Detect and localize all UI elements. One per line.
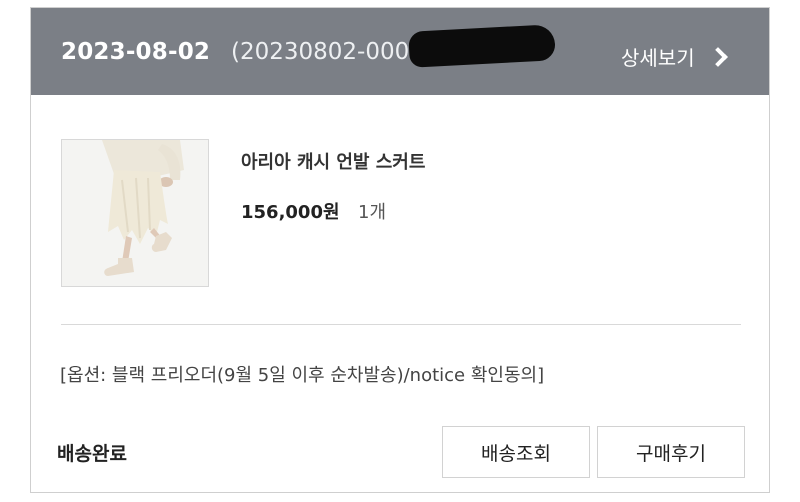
tracking-button[interactable]: 배송조회 [442,426,590,478]
delivery-status: 배송완료 [57,443,127,465]
skirt-photo-icon [62,140,208,286]
order-date: 2023-08-02 [61,39,211,65]
detail-label: 상세보기 [621,46,695,70]
product-name[interactable]: 아리아 캐시 언발 스커트 [241,148,425,174]
product-price: 156,000원 [241,202,340,223]
chevron-right-icon [707,46,728,67]
detail-link[interactable]: 상세보기 [621,42,728,71]
product-option: [옵션: 블랙 프리오더(9월 5일 이후 순차발송)/notice 확인동의] [60,365,545,386]
redaction-mark [408,24,556,68]
review-button[interactable]: 구매후기 [597,426,745,478]
order-header: 2023-08-02 (20230802-0000739) 상세보기 [31,8,769,95]
order-card: 2023-08-02 (20230802-0000739) 상세보기 아리아 캐 [30,7,770,493]
product-quantity: 1개 [358,202,387,223]
divider [61,324,741,325]
product-image[interactable] [61,139,209,287]
